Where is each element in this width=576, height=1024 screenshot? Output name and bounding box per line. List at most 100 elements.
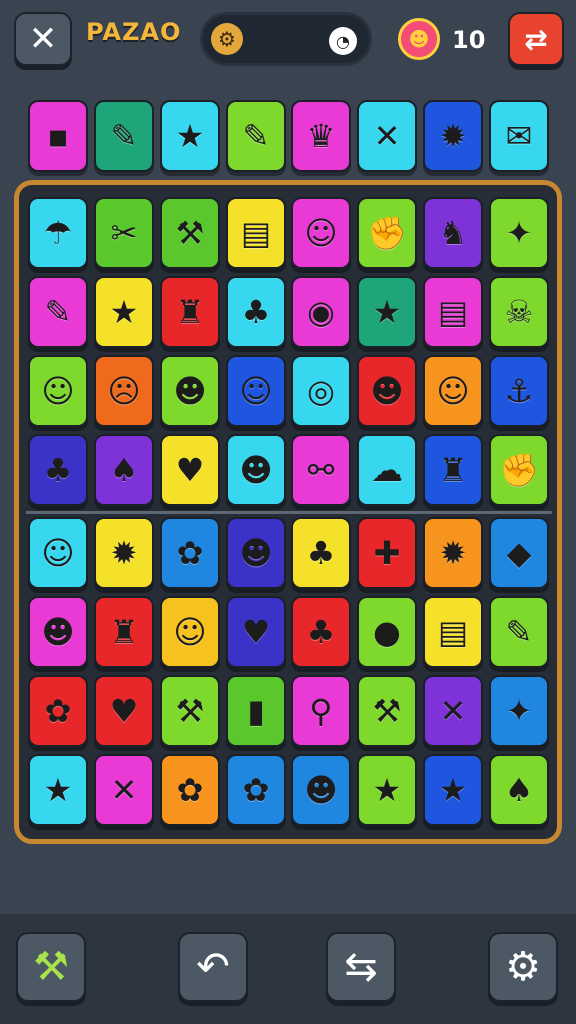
board-tile[interactable]: ✦	[489, 675, 549, 747]
board-tile[interactable]: ✎	[489, 596, 549, 668]
clock-icon: ◔	[329, 27, 357, 55]
board-tile[interactable]: ⚓	[489, 355, 549, 427]
board-tile[interactable]: ☠	[489, 276, 549, 348]
tile-icon: ♜	[109, 613, 139, 651]
tile-icon: ▮	[247, 692, 265, 730]
undo-button[interactable]: ↶	[178, 932, 248, 1002]
board-tile[interactable]: ✿	[28, 675, 88, 747]
tile-icon: ✉	[505, 117, 533, 155]
score-counter: ☻ 10	[396, 12, 516, 66]
swap-button[interactable]: ⇆	[326, 932, 396, 1002]
settings-button[interactable]: ⚙	[488, 932, 558, 1002]
top-row-tile[interactable]: ✕	[357, 100, 417, 172]
board-tile[interactable]: ♜	[423, 434, 483, 506]
board-tile[interactable]: ✕	[94, 754, 154, 826]
board-tile[interactable]: ☺	[423, 355, 483, 427]
board-tile[interactable]: ◎	[291, 355, 351, 427]
board-tile[interactable]: ♣	[291, 517, 351, 589]
board-tile[interactable]: ⚒	[160, 675, 220, 747]
board-tile[interactable]: ☺	[28, 517, 88, 589]
board-tile[interactable]: ✊	[489, 434, 549, 506]
tile-icon: ✚	[373, 534, 401, 572]
tile-icon: ☠	[504, 293, 534, 331]
board-tile[interactable]: ✦	[489, 197, 549, 269]
top-row-tile[interactable]: ▪	[28, 100, 88, 172]
board-tile[interactable]: ⚲	[291, 675, 351, 747]
board-tile[interactable]: ☁	[357, 434, 417, 506]
board-tile[interactable]: ▤	[423, 596, 483, 668]
shuffle-button[interactable]: ⇄	[508, 12, 564, 66]
board-tile[interactable]: ☻	[226, 517, 286, 589]
tile-icon: ★	[109, 293, 139, 331]
board-tile[interactable]: ★	[28, 754, 88, 826]
board-tile[interactable]: ✕	[423, 675, 483, 747]
board-tile[interactable]: ✂	[94, 197, 154, 269]
board-tile[interactable]: ✿	[160, 754, 220, 826]
board-tile[interactable]: ☺	[291, 197, 351, 269]
board-tile[interactable]: ♜	[160, 276, 220, 348]
board-tile[interactable]: ★	[94, 276, 154, 348]
board-tile[interactable]: ♣	[291, 596, 351, 668]
top-row-tile[interactable]: ✉	[489, 100, 549, 172]
board-tile[interactable]: ☂	[28, 197, 88, 269]
board-tile[interactable]: ✹	[423, 517, 483, 589]
board-tile[interactable]: ☻	[160, 355, 220, 427]
board-tile[interactable]: ▤	[423, 276, 483, 348]
board-tile[interactable]: ✊	[357, 197, 417, 269]
hammer-button[interactable]: ⚒	[16, 932, 86, 1002]
tile-icon: ☻	[41, 613, 75, 651]
top-row-tile[interactable]: ✎	[226, 100, 286, 172]
top-row-tile[interactable]: ★	[160, 100, 220, 172]
board-tile[interactable]: ☺	[226, 355, 286, 427]
board-tile[interactable]: ☹	[94, 355, 154, 427]
board-tile[interactable]: ⚒	[357, 675, 417, 747]
board-tile[interactable]: ★	[423, 754, 483, 826]
board-tile[interactable]: ☻	[357, 355, 417, 427]
tile-icon: ◆	[506, 534, 532, 572]
board-tile[interactable]: ★	[357, 754, 417, 826]
top-row-tile[interactable]: ♛	[291, 100, 351, 172]
tile-icon: ☻	[239, 534, 273, 572]
board-tile[interactable]: ▮	[226, 675, 286, 747]
tile-icon: ⚒	[175, 214, 205, 252]
board-tile[interactable]: ♠	[489, 754, 549, 826]
board-tile[interactable]: ●	[357, 596, 417, 668]
board-tile[interactable]: ♥	[160, 434, 220, 506]
close-button[interactable]: ✕	[14, 12, 72, 66]
board-tile[interactable]: ★	[357, 276, 417, 348]
gear-icon: ⚙	[211, 23, 243, 55]
settings-icon: ⚙	[505, 944, 541, 990]
tile-icon: ☺	[41, 534, 75, 572]
tile-icon: ✿	[176, 534, 204, 572]
tile-icon: ★	[372, 293, 402, 331]
board-tile[interactable]: ⚯	[291, 434, 351, 506]
board-tile[interactable]: ♥	[226, 596, 286, 668]
board-tile[interactable]: ✿	[160, 517, 220, 589]
board-tile[interactable]: ☺	[28, 355, 88, 427]
board-tile[interactable]: ♜	[94, 596, 154, 668]
board-tile[interactable]: ✿	[226, 754, 286, 826]
tile-icon: ✿	[242, 771, 270, 809]
board-tile[interactable]: ✹	[94, 517, 154, 589]
board-tile[interactable]: ☻	[28, 596, 88, 668]
tile-icon: ☺	[239, 372, 273, 410]
board-tile[interactable]: ⚒	[160, 197, 220, 269]
board-tile[interactable]: ♣	[226, 276, 286, 348]
top-row-tile[interactable]: ✎	[94, 100, 154, 172]
tile-icon: ♛	[306, 117, 336, 155]
board-tile[interactable]: ✚	[357, 517, 417, 589]
board-tile[interactable]: ☺	[160, 596, 220, 668]
board-tile[interactable]: ▤	[226, 197, 286, 269]
tile-icon: ☻	[173, 372, 207, 410]
board-tile[interactable]: ♠	[94, 434, 154, 506]
board-tile[interactable]: ☻	[291, 754, 351, 826]
board-tile[interactable]: ♞	[423, 197, 483, 269]
board-tile[interactable]: ♣	[28, 434, 88, 506]
board-tile[interactable]: ✎	[28, 276, 88, 348]
board-tile[interactable]: ◆	[489, 517, 549, 589]
board-tile[interactable]: ♥	[94, 675, 154, 747]
board-tile[interactable]: ☻	[226, 434, 286, 506]
top-row-tile[interactable]: ✹	[423, 100, 483, 172]
board-tile[interactable]: ◉	[291, 276, 351, 348]
tile-icon: ♠	[504, 771, 534, 809]
